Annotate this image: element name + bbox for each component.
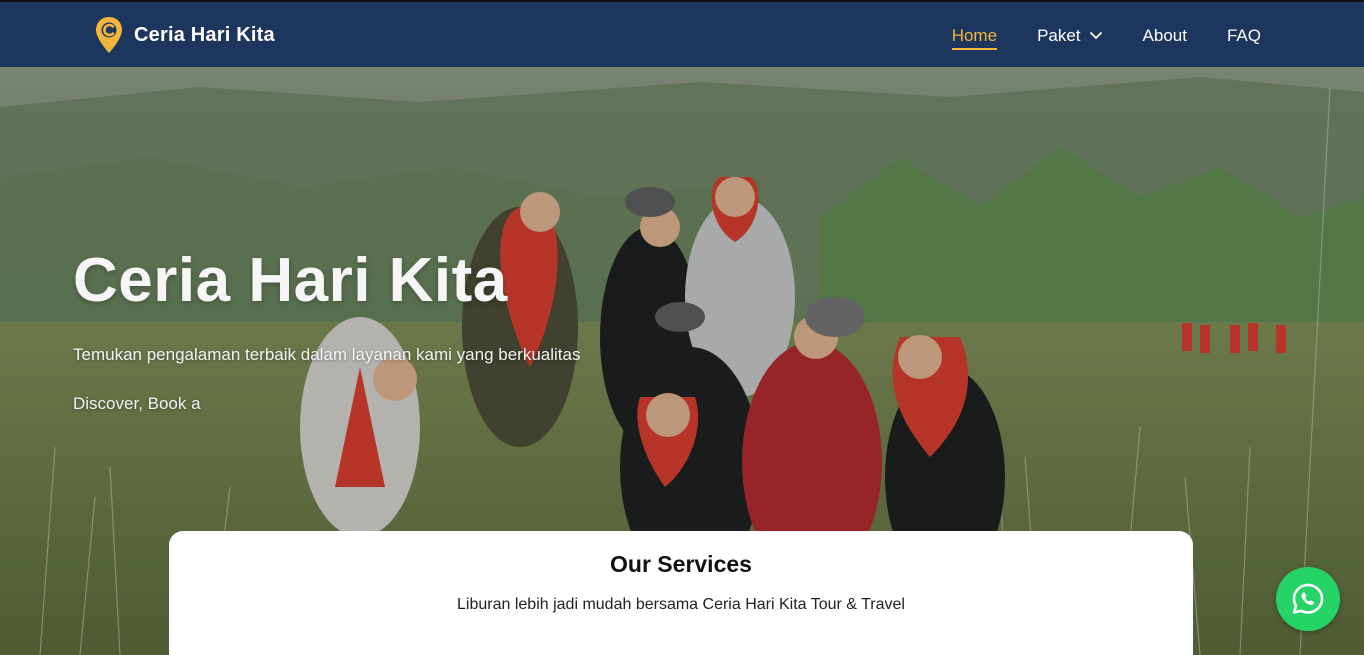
- nav-menu: Home Paket About FAQ: [912, 24, 1261, 50]
- nav-about[interactable]: About: [1143, 24, 1187, 48]
- nav-faq-label: FAQ: [1226, 26, 1261, 45]
- services-title: Our Services: [610, 551, 752, 577]
- chevron-down-icon: [1089, 32, 1102, 39]
- nav-paket-dropdown[interactable]: Paket: [1037, 24, 1102, 48]
- nav-home-label: Home: [951, 26, 998, 45]
- page: Ceria Hari Kita Home Paket About FAQ Cer…: [0, 0, 1364, 655]
- hero-typed-text: Discover, Book a: [73, 394, 201, 413]
- hero-title: Ceria Hari Kita: [73, 246, 508, 315]
- navbar: Ceria Hari Kita Home Paket About FAQ: [0, 0, 1364, 67]
- whatsapp-button[interactable]: [1276, 567, 1340, 631]
- nav-home[interactable]: Home: [951, 24, 998, 50]
- services-subtitle: Liburan lebih jadi mudah bersama Ceria H…: [457, 596, 905, 613]
- whatsapp-icon: [1292, 583, 1324, 614]
- brand[interactable]: Ceria Hari Kita: [94, 14, 275, 56]
- hero-subtitle: Temukan pengalaman terbaik dalam layanan…: [73, 345, 581, 364]
- nav-faq[interactable]: FAQ: [1227, 24, 1261, 48]
- nav-about-label: About: [1142, 26, 1187, 45]
- location-pin-logo-icon: [96, 17, 122, 53]
- brand-name: Ceria Hari Kita: [134, 23, 275, 46]
- nav-paket-label: Paket: [1037, 26, 1081, 45]
- services-card: Our Services Liburan lebih jadi mudah be…: [169, 531, 1193, 655]
